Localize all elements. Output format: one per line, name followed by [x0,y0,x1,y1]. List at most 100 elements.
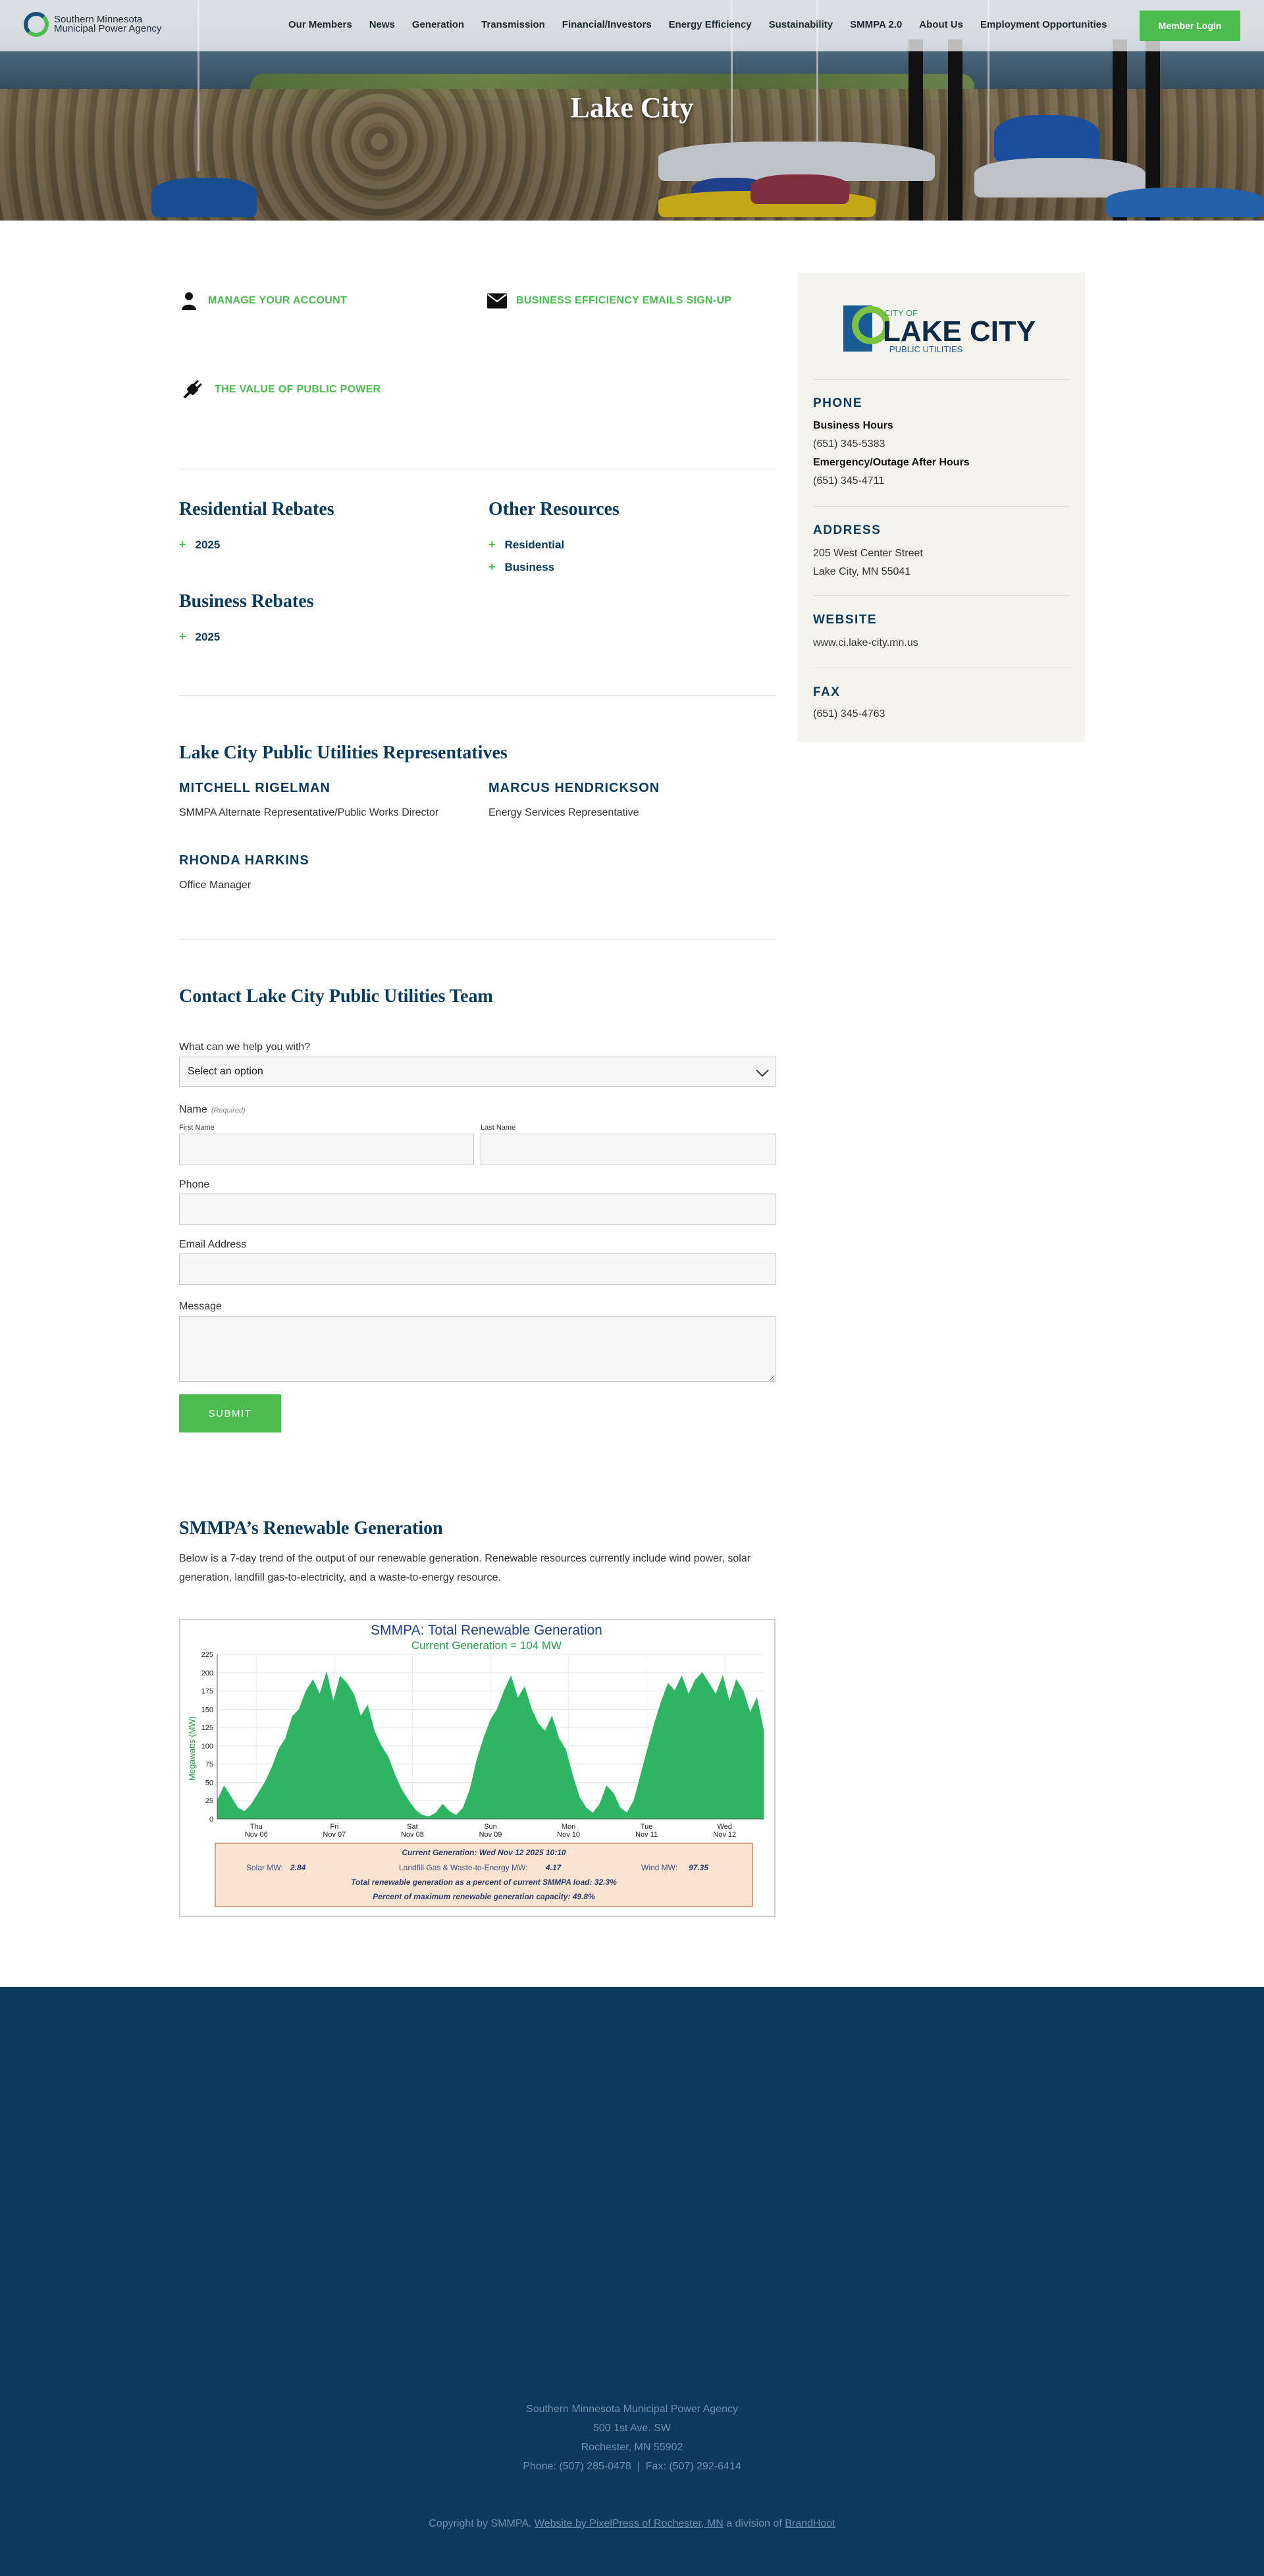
summary-solar-label: Solar MW: [246,1863,283,1872]
chart-y-label: Megawatts (MW) [187,1716,197,1781]
nav-sustainability[interactable]: Sustainability [769,19,833,30]
plus-icon: + [488,560,496,573]
pixelpress-link[interactable]: Website by PixelPress of Rochester, MN [535,2518,724,2529]
nav-energy-efficiency[interactable]: Energy Efficiency [669,19,752,30]
plug-icon [179,380,205,400]
chart-x-tick-day: Mon [562,1823,575,1831]
business-rebate-2025[interactable]: + 2025 [179,630,220,644]
last-name-field[interactable] [481,1134,776,1165]
rep-role: Office Manager [179,880,251,891]
submit-button[interactable]: SUBMIT [179,1394,281,1433]
user-icon [179,291,199,311]
help-select-value: Select an option [188,1066,263,1077]
rep-role: SMMPA Alternate Representative/Public Wo… [179,807,439,818]
chart-x-tick-date: Nov 08 [401,1831,424,1839]
section-divider [179,939,776,940]
chart-x-tick-day: Tue [641,1823,653,1831]
chart-x-tick-day: Thu [250,1823,263,1831]
summary-pct-load: Total renewable generation as a percent … [351,1878,617,1887]
nav-news[interactable]: News [369,19,395,30]
sidebar-divider [813,595,1070,596]
email-field[interactable] [179,1253,776,1285]
utility-sidebar: CITY OF LAKE CITY PUBLIC UTILITIES PHONE… [797,273,1085,742]
required-marker: (Required) [211,1107,246,1115]
logo-line-2: Municipal Power Agency [54,23,162,34]
residential-rebate-2025[interactable]: + 2025 [179,538,220,552]
chart-x-tick-date: Nov 10 [557,1831,580,1839]
nav-smmpa-2[interactable]: SMMPA 2.0 [850,19,902,30]
address-line-2: Lake City, MN 55041 [813,566,911,577]
fax-heading: FAX [813,685,841,699]
address-line-1: 205 West Center Street [813,548,923,559]
chart-y-tick-label: 150 [201,1706,213,1714]
business-emails-label: BUSINESS EFFICIENCY EMAILS SIGN-UP [516,295,732,306]
rep-name: RHONDA HARKINS [179,853,309,868]
fax-number: (651) 345-4763 [813,708,885,720]
chart-y-tick-label: 75 [205,1761,213,1769]
chart-y-tick-label: 0 [209,1816,213,1824]
page-title: Lake City [570,92,694,124]
footer-street: 500 1st Ave. SW [593,2423,671,2434]
nav-transmission[interactable]: Transmission [481,19,545,30]
message-label: Message [179,1301,222,1312]
phone-heading: PHONE [813,396,863,410]
message-field[interactable] [179,1316,776,1382]
chart-y-tick-label: 225 [201,1651,213,1659]
business-rebates-heading: Business Rebates [179,591,314,612]
help-select[interactable]: Select an option [179,1057,776,1087]
main-nav: Our Members News Generation Transmission… [288,19,1124,30]
nav-generation[interactable]: Generation [412,19,464,30]
logo-sub-text: PUBLIC UTILITIES [889,344,963,354]
site-logo[interactable]: Southern Minnesota Municipal Power Agenc… [24,12,161,37]
chart-x-tick-date: Nov 11 [635,1831,658,1839]
website-link[interactable]: www.ci.lake-city.mn.us [813,637,918,649]
plus-icon: + [179,630,186,643]
business-phone[interactable]: (651) 345-5383 [813,438,885,450]
renewable-chart-svg: SMMPA: Total Renewable Generation Curren… [187,1623,764,1907]
chart-x-tick-day: Sun [484,1823,497,1831]
plus-icon: + [179,538,186,551]
nav-financial-investors[interactable]: Financial/Investors [562,19,652,30]
other-resource-residential[interactable]: + Residential [488,538,564,552]
copyright-text: Copyright by SMMPA. [429,2518,532,2529]
contact-heading: Contact Lake City Public Utilities Team [179,986,493,1007]
site-footer: Southern Minnesota Municipal Power Agenc… [0,1987,1264,2576]
member-login-button[interactable]: Member Login [1140,11,1240,41]
manage-account-link[interactable]: MANAGE YOUR ACCOUNT [179,291,347,311]
nav-about-us[interactable]: About Us [919,19,963,30]
footer-city: Rochester, MN 55902 [581,2442,683,2453]
rebate-year-label: 2025 [195,538,221,551]
rebate-year-label: 2025 [195,630,221,643]
emergency-phone[interactable]: (651) 345-4711 [813,475,884,487]
last-name-label: Last Name [481,1124,516,1132]
name-label: Name (Required) [179,1104,246,1116]
other-resource-label: Business [504,560,555,573]
phone-field[interactable] [179,1194,776,1225]
nav-employment[interactable]: Employment Opportunities [980,19,1107,30]
chart-x-tick-day: Sat [407,1823,418,1831]
section-divider [179,695,776,696]
email-label: Email Address [179,1239,247,1250]
brandhoot-link[interactable]: BrandHoot [785,2518,835,2529]
manage-account-label: MANAGE YOUR ACCOUNT [208,295,348,306]
business-emails-link[interactable]: BUSINESS EFFICIENCY EMAILS SIGN-UP [487,291,731,311]
chart-title: SMMPA: Total Renewable Generation [371,1623,602,1638]
summary-landfill-value: 4.17 [545,1863,562,1872]
summary-solar-value: 2.84 [290,1863,306,1872]
summary-wind-value: 97.35 [689,1863,708,1872]
value-public-power-link[interactable]: THE VALUE OF PUBLIC POWER [179,380,381,400]
other-resource-business[interactable]: + Business [488,560,554,574]
site-header: Southern Minnesota Municipal Power Agenc… [0,0,1264,51]
chevron-down-icon [756,1064,769,1077]
chart-x-tick-date: Nov 06 [245,1831,268,1839]
lake-city-logo-icon: CITY OF LAKE CITY PUBLIC UTILITIES [843,305,1036,354]
phone-label: Phone [179,1179,210,1190]
footer-org: Southern Minnesota Municipal Power Agenc… [526,2404,738,2415]
summary-landfill-label: Landfill Gas & Waste-to-Energy MW: [399,1863,527,1872]
nav-our-members[interactable]: Our Members [288,19,352,30]
rep-name: MARCUS HENDRICKSON [488,781,660,795]
envelope-icon [487,291,507,311]
hero-banner: Southern Minnesota Municipal Power Agenc… [0,0,1264,221]
chart-subtitle: Current Generation = 104 MW [411,1639,562,1652]
first-name-field[interactable] [179,1134,474,1165]
